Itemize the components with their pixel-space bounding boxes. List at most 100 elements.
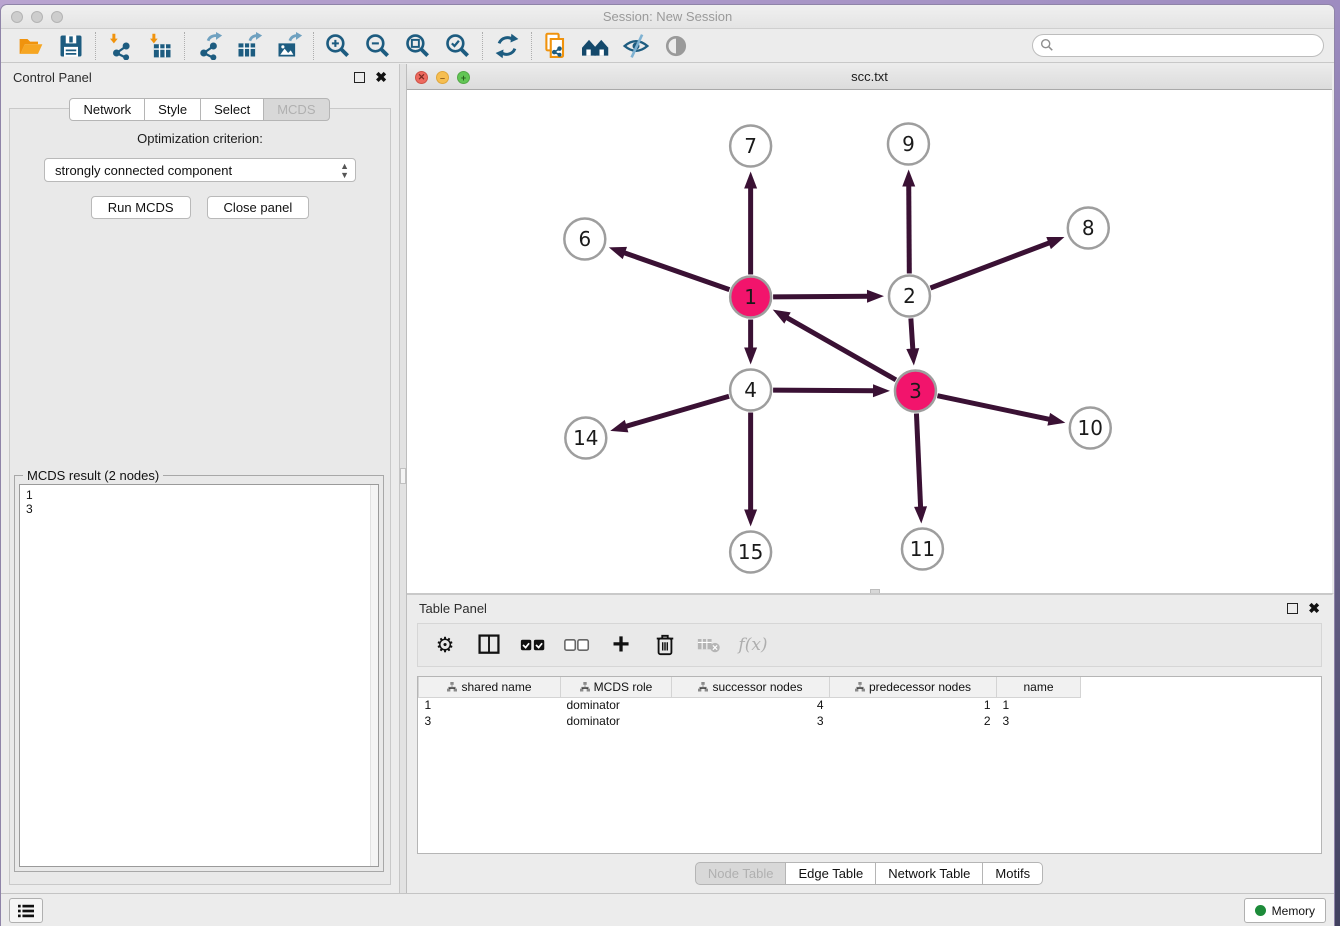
- first-neighbors-icon[interactable]: [576, 31, 616, 61]
- node-label-6: 6: [578, 227, 591, 251]
- edge-3-11[interactable]: [916, 413, 920, 509]
- table-settings-gear-icon[interactable]: ⚙: [428, 629, 462, 661]
- arrowhead-icon: [1047, 413, 1065, 426]
- tab-motifs[interactable]: Motifs: [982, 862, 1043, 885]
- optimization-criterion-select[interactable]: strongly connected component ▲▼: [44, 158, 356, 182]
- column-header-successor-nodes[interactable]: successor nodes: [672, 677, 830, 697]
- edge-4-14[interactable]: [624, 396, 729, 427]
- edge-1-6[interactable]: [622, 252, 729, 290]
- edge-2-8[interactable]: [930, 242, 1051, 288]
- edge-2-9[interactable]: [909, 183, 910, 273]
- edge-4-3[interactable]: [773, 390, 876, 391]
- select-all-columns-icon[interactable]: [516, 629, 550, 661]
- open-file-icon[interactable]: [11, 31, 51, 61]
- toolbar-separator: [95, 32, 96, 60]
- node-label-11: 11: [910, 537, 935, 561]
- delete-column-icon[interactable]: [648, 629, 682, 661]
- table-toolbar: ⚙ + f: [417, 623, 1322, 667]
- unselect-all-columns-icon[interactable]: [560, 629, 594, 661]
- tab-select[interactable]: Select: [200, 98, 264, 121]
- status-bar: Memory: [1, 893, 1334, 926]
- node-label-9: 9: [902, 132, 915, 156]
- zoom-selected-icon[interactable]: [438, 31, 478, 61]
- export-image-icon[interactable]: [269, 31, 309, 61]
- export-table-icon[interactable]: [229, 31, 269, 61]
- create-column-icon[interactable]: +: [604, 629, 638, 661]
- tab-network[interactable]: Network: [69, 98, 145, 121]
- tab-edge-table[interactable]: Edge Table: [785, 862, 876, 885]
- scrollbar[interactable]: [370, 485, 378, 866]
- memory-label: Memory: [1272, 904, 1315, 918]
- run-mcds-button[interactable]: Run MCDS: [91, 196, 191, 219]
- optimization-criterion-label: Optimization criterion:: [10, 131, 390, 146]
- splitter-grip[interactable]: [400, 468, 406, 484]
- arrowhead-icon: [744, 510, 757, 527]
- column-header-predecessor-nodes[interactable]: predecessor nodes: [830, 677, 997, 697]
- edge-3-10[interactable]: [937, 396, 1051, 420]
- arrowhead-icon: [744, 172, 757, 189]
- node-table-container: shared nameMCDS rolesuccessor nodesprede…: [417, 676, 1322, 854]
- apply-layout-icon[interactable]: [487, 31, 527, 61]
- column-header-MCDS-role[interactable]: MCDS role: [561, 677, 672, 697]
- mcds-result-title: MCDS result (2 nodes): [23, 468, 163, 483]
- show-column-icon[interactable]: [472, 629, 506, 661]
- toolbar-separator: [482, 32, 483, 60]
- node-label-4: 4: [744, 378, 757, 402]
- node-label-10: 10: [1078, 416, 1103, 440]
- zoom-fit-icon[interactable]: [398, 31, 438, 61]
- import-table-icon[interactable]: [140, 31, 180, 61]
- column-header-name[interactable]: name: [997, 677, 1081, 697]
- import-network-icon[interactable]: [100, 31, 140, 61]
- memory-button[interactable]: Memory: [1244, 898, 1326, 923]
- close-panel-button[interactable]: Close panel: [207, 196, 310, 219]
- mcds-result-box: MCDS result (2 nodes) 1 3: [14, 475, 384, 872]
- tab-network-table[interactable]: Network Table: [875, 862, 983, 885]
- network-canvas[interactable]: 7968124314101511: [407, 90, 1332, 593]
- control-panel-title: Control Panel: [13, 70, 92, 85]
- edge-3-1[interactable]: [785, 317, 896, 380]
- show-hide-graphics-icon[interactable]: [656, 31, 696, 61]
- network-graph[interactable]: 7968124314101511: [407, 90, 1332, 593]
- mcds-tab-content: Optimization criterion: strongly connect…: [9, 108, 391, 885]
- window-title: Session: New Session: [1, 9, 1334, 24]
- edge-2-3[interactable]: [911, 318, 913, 351]
- zoom-out-icon[interactable]: [358, 31, 398, 61]
- toolbar-separator: [531, 32, 532, 60]
- network-view-window: ✕ – + scc.txt 7968124314101511: [407, 64, 1334, 593]
- search-box: [1032, 34, 1324, 57]
- show-hide-style-icon[interactable]: [616, 31, 656, 61]
- tab-node-table[interactable]: Node Table: [695, 862, 787, 885]
- zoom-in-icon[interactable]: [318, 31, 358, 61]
- new-network-from-selection-icon[interactable]: [536, 31, 576, 61]
- tab-style[interactable]: Style: [144, 98, 201, 121]
- node-label-8: 8: [1082, 216, 1095, 240]
- control-panel: Control Panel ✖ NetworkStyleSelectMCDS O…: [1, 64, 399, 893]
- delete-table-icon[interactable]: [692, 629, 726, 661]
- export-network-icon[interactable]: [189, 31, 229, 61]
- node-table[interactable]: shared nameMCDS rolesuccessor nodesprede…: [418, 677, 1081, 729]
- node-label-7: 7: [744, 134, 757, 158]
- column-header-shared-name[interactable]: shared name: [419, 677, 561, 697]
- function-builder-icon[interactable]: f(x): [736, 629, 770, 661]
- arrowhead-icon: [873, 384, 890, 397]
- float-panel-icon[interactable]: [354, 72, 365, 83]
- arrowhead-icon: [773, 310, 791, 324]
- save-session-icon[interactable]: [51, 31, 91, 61]
- panel-splitter[interactable]: [399, 64, 407, 893]
- edge-1-2[interactable]: [773, 296, 870, 297]
- title-bar: Session: New Session: [1, 5, 1334, 29]
- task-history-button[interactable]: [9, 898, 43, 923]
- node-label-3: 3: [909, 379, 922, 403]
- table-row[interactable]: 1dominator411: [419, 697, 1081, 713]
- arrowhead-icon: [609, 247, 627, 259]
- search-input[interactable]: [1032, 34, 1324, 57]
- tab-mcds[interactable]: MCDS: [263, 98, 329, 121]
- close-table-panel-icon[interactable]: ✖: [1308, 601, 1320, 615]
- select-stepper-icon: ▲▼: [340, 162, 349, 180]
- table-row[interactable]: 3dominator323: [419, 713, 1081, 729]
- mcds-result-text[interactable]: 1 3: [19, 484, 379, 867]
- float-table-panel-icon[interactable]: [1287, 603, 1298, 614]
- node-label-15: 15: [738, 540, 763, 564]
- network-window-title: scc.txt: [407, 69, 1332, 84]
- close-panel-icon[interactable]: ✖: [375, 70, 387, 84]
